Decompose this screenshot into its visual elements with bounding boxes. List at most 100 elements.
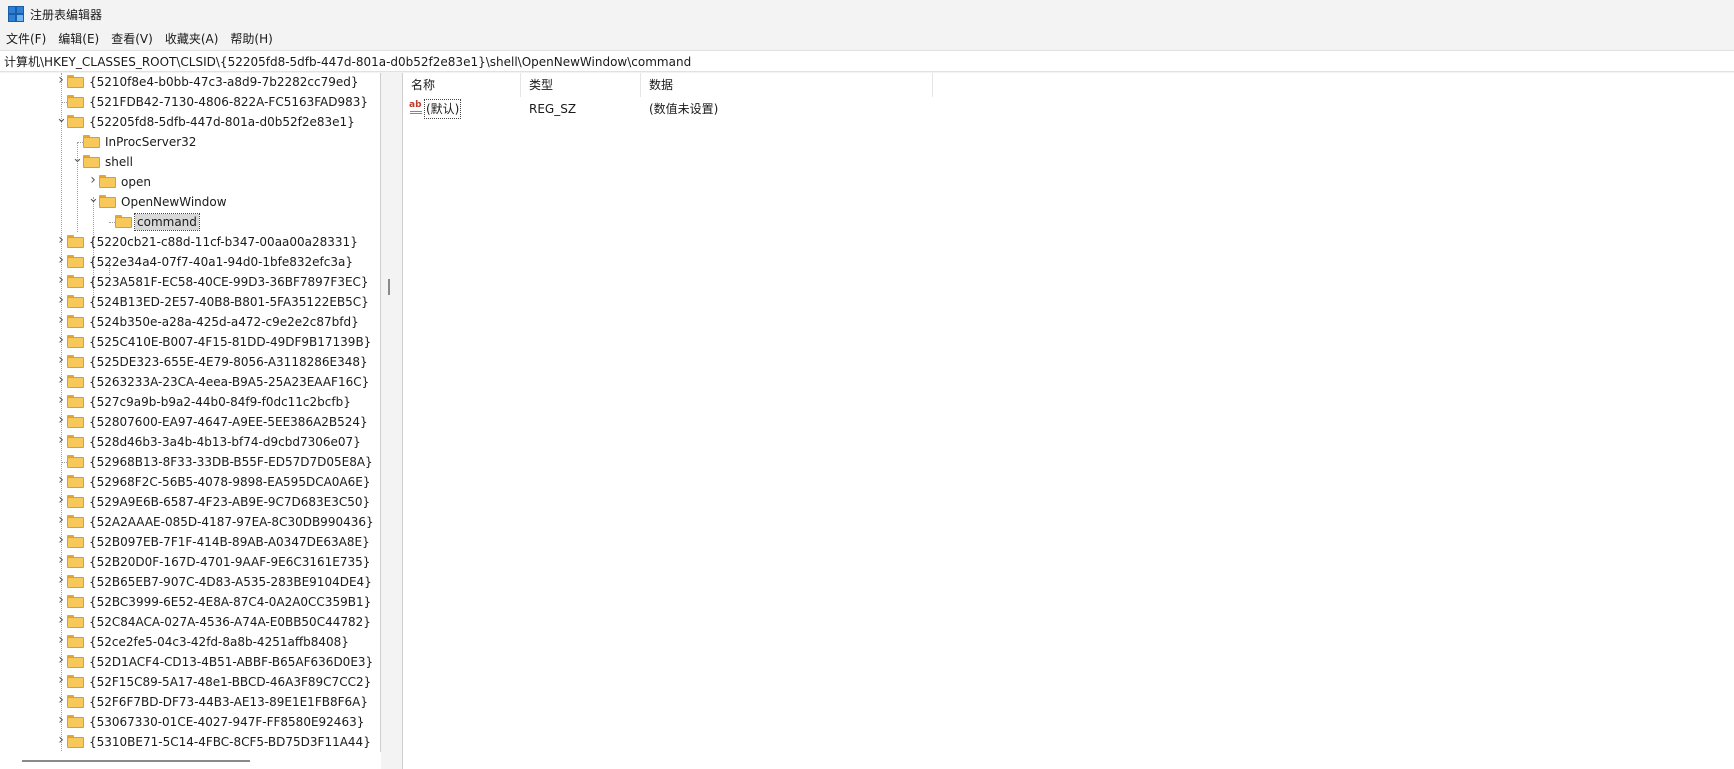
registry-tree[interactable]: › {5210f8e4-b0bb-47c3-a8d9-7b2282cc79ed} {…: [0, 73, 381, 769]
tree-node[interactable]: › {525DE323-655E-4E79-8056-A3118286E348}: [0, 352, 380, 372]
menu-favorites[interactable]: 收藏夹(A): [159, 28, 225, 50]
folder-icon: [67, 455, 84, 468]
chevron-right-icon[interactable]: ›: [56, 473, 66, 487]
tree-node[interactable]: › {522e34a4-07f7-40a1-94d0-1bfe832efc3a}: [0, 252, 380, 272]
chevron-right-icon[interactable]: ›: [56, 293, 66, 307]
tree-node[interactable]: › {5220cb21-c88d-11cf-b347-00aa00a28331}: [0, 232, 380, 252]
chevron-right-icon[interactable]: ›: [56, 233, 66, 247]
tree-node[interactable]: › {52F15C89-5A17-48e1-BBCD-46A3F89C7CC2}: [0, 672, 380, 692]
tree-node-label: {52205fd8-5dfb-447d-801a-d0b52f2e83e1}: [89, 115, 355, 129]
tree-node[interactable]: › {52B65EB7-907C-4D83-A535-283BE9104DE4}: [0, 572, 380, 592]
chevron-right-icon[interactable]: ›: [56, 313, 66, 327]
address-path[interactable]: 计算机\HKEY_CLASSES_ROOT\CLSID\{52205fd8-5d…: [0, 53, 691, 70]
tree-node[interactable]: › {52D1ACF4-CD13-4B51-ABBF-B65AF636D0E3}: [0, 652, 380, 672]
chevron-right-icon[interactable]: ›: [56, 253, 66, 267]
column-header-data[interactable]: 数据: [641, 73, 933, 97]
chevron-down-icon[interactable]: ⌄: [72, 152, 83, 165]
folder-icon: [67, 495, 84, 508]
tree-node[interactable]: ⌄ shell: [0, 152, 380, 172]
value-row[interactable]: ab (默认) REG_SZ (数值未设置): [403, 98, 933, 120]
tree-node[interactable]: › {523A581F-EC58-40CE-99D3-36BF7897F3EC}: [0, 272, 380, 292]
tree-node[interactable]: › {52B20D0F-167D-4701-9AAF-9E6C3161E735}: [0, 552, 380, 572]
window-title: 注册表编辑器: [30, 7, 103, 22]
tree-node[interactable]: › {524b350e-a28a-425d-a472-c9e2e2c87bfd}: [0, 312, 380, 332]
tree-node[interactable]: {521FDB42-7130-4806-822A-FC5163FAD983}: [0, 92, 380, 112]
menu-bar: 文件(F) 编辑(E) 查看(V) 收藏夹(A) 帮助(H): [0, 28, 1734, 50]
tree-node[interactable]: {52968B13-8F33-33DB-B55F-ED57D7D05E8A}: [0, 452, 380, 472]
tree-node[interactable]: › {524B13ED-2E57-40B8-B801-5FA35122EB5C}: [0, 292, 380, 312]
menu-file[interactable]: 文件(F): [0, 28, 52, 50]
folder-icon: [67, 275, 84, 288]
tree-node-label: {52BC3999-6E52-4E8A-87C4-0A2A0CC359B1}: [89, 595, 372, 609]
tree-node[interactable]: › {527c9a9b-b9a2-44b0-84f9-f0dc11c2bcfb}: [0, 392, 380, 412]
folder-icon: [67, 515, 84, 528]
tree-node-label: {52A2AAAE-085D-4187-97EA-8C30DB990436}: [89, 515, 374, 529]
tree-node[interactable]: InProcServer32: [0, 132, 380, 152]
string-value-icon: ab: [409, 100, 423, 115]
chevron-right-icon[interactable]: ›: [56, 333, 66, 347]
chevron-right-icon[interactable]: ›: [56, 573, 66, 587]
tree-node[interactable]: › {52A2AAAE-085D-4187-97EA-8C30DB990436}: [0, 512, 380, 532]
tree-node[interactable]: › {52F6F7BD-DF73-44B3-AE13-89E1E1FB8F6A}: [0, 692, 380, 712]
chevron-right-icon[interactable]: ›: [56, 673, 66, 687]
tree-node[interactable]: › {52C84ACA-027A-4536-A74A-E0BB50C44782}: [0, 612, 380, 632]
column-header-name[interactable]: 名称: [403, 73, 521, 97]
tree-node[interactable]: › {5263233A-23CA-4eea-B9A5-25A23EAAF16C}: [0, 372, 380, 392]
chevron-right-icon[interactable]: ›: [56, 393, 66, 407]
chevron-right-icon[interactable]: ›: [56, 493, 66, 507]
menu-edit[interactable]: 编辑(E): [52, 28, 105, 50]
tree-node[interactable]: › {52968F2C-56B5-4078-9898-EA595DCA0A6E}: [0, 472, 380, 492]
tree-node[interactable]: › open: [0, 172, 380, 192]
chevron-right-icon[interactable]: ›: [56, 373, 66, 387]
tree-node[interactable]: › {5210f8e4-b0bb-47c3-a8d9-7b2282cc79ed}: [0, 73, 380, 92]
chevron-right-icon[interactable]: ›: [56, 593, 66, 607]
tree-node[interactable]: › {529A9E6B-6587-4F23-AB9E-9C7D683E3C50}: [0, 492, 380, 512]
chevron-right-icon[interactable]: ›: [56, 533, 66, 547]
chevron-right-icon[interactable]: ›: [56, 273, 66, 287]
address-bar[interactable]: 计算机\HKEY_CLASSES_ROOT\CLSID\{52205fd8-5d…: [0, 50, 1734, 72]
chevron-right-icon[interactable]: ›: [56, 353, 66, 367]
tree-node[interactable]: ⌄ OpenNewWindow: [0, 192, 380, 212]
chevron-right-icon[interactable]: ›: [56, 733, 66, 747]
chevron-right-icon[interactable]: ›: [56, 653, 66, 667]
tree-node[interactable]: › {528d46b3-3a4b-4b13-bf74-d9cbd7306e07}: [0, 432, 380, 452]
tree-vertical-scroll-thumb[interactable]: [388, 279, 390, 295]
tree-node[interactable]: › {52B097EB-7F1F-414B-89AB-A0347DE63A8E}: [0, 532, 380, 552]
menu-view[interactable]: 查看(V): [105, 28, 159, 50]
folder-icon: [67, 395, 84, 408]
tree-node[interactable]: › {53067330-01CE-4027-947F-FF8580E92463}: [0, 712, 380, 732]
folder-icon: [67, 555, 84, 568]
folder-icon: [67, 415, 84, 428]
chevron-right-icon[interactable]: ›: [56, 413, 66, 427]
chevron-right-icon[interactable]: ›: [56, 693, 66, 707]
folder-icon: [83, 135, 100, 148]
tree-node[interactable]: command: [0, 212, 380, 232]
chevron-right-icon[interactable]: ›: [88, 173, 98, 187]
chevron-right-icon[interactable]: ›: [56, 633, 66, 647]
chevron-right-icon[interactable]: ›: [56, 713, 66, 727]
tree-node[interactable]: › {52ce2fe5-04c3-42fd-8a8b-4251affb8408}: [0, 632, 380, 652]
chevron-down-icon[interactable]: ⌄: [56, 112, 67, 125]
folder-icon: [67, 335, 84, 348]
tree-horizontal-scroll-thumb[interactable]: [22, 760, 250, 762]
tree-node-label: {521FDB42-7130-4806-822A-FC5163FAD983}: [89, 95, 369, 109]
tree-node[interactable]: › {5310BE71-5C14-4FBC-8CF5-BD75D3F11A44}: [0, 732, 380, 752]
tree-horizontal-scrollbar[interactable]: [0, 752, 381, 769]
tree-vertical-scrollbar[interactable]: [381, 73, 399, 769]
column-header-type[interactable]: 类型: [521, 73, 641, 97]
tree-node[interactable]: › {52807600-EA97-4647-A9EE-5EE386A2B524}: [0, 412, 380, 432]
menu-help[interactable]: 帮助(H): [224, 28, 278, 50]
chevron-right-icon[interactable]: ›: [56, 73, 66, 87]
tree-node-label: shell: [105, 155, 133, 169]
folder-icon: [67, 535, 84, 548]
tree-node-label: InProcServer32: [105, 135, 197, 149]
chevron-right-icon[interactable]: ›: [56, 613, 66, 627]
tree-node[interactable]: ⌄ {52205fd8-5dfb-447d-801a-d0b52f2e83e1}: [0, 112, 380, 132]
tree-node[interactable]: › {52BC3999-6E52-4E8A-87C4-0A2A0CC359B1}: [0, 592, 380, 612]
values-list[interactable]: 名称 类型 数据 ab (默认) REG_SZ (数值未设置): [402, 73, 1734, 769]
chevron-right-icon[interactable]: ›: [56, 433, 66, 447]
chevron-down-icon[interactable]: ⌄: [88, 192, 99, 205]
chevron-right-icon[interactable]: ›: [56, 553, 66, 567]
chevron-right-icon[interactable]: ›: [56, 513, 66, 527]
tree-node[interactable]: › {525C410E-B007-4F15-81DD-49DF9B17139B}: [0, 332, 380, 352]
